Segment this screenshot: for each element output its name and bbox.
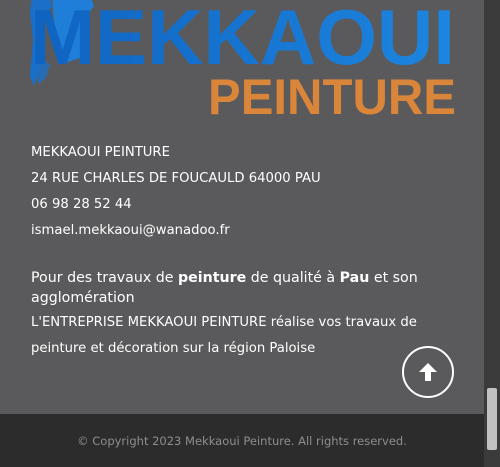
- intro-text-2: de qualité à: [246, 270, 340, 286]
- arrow-up-icon: [419, 363, 437, 381]
- contact-info: MEKKAOUI PEINTURE 24 RUE CHARLES DE FOUC…: [31, 142, 321, 246]
- scrollbar-thumb[interactable]: [487, 388, 497, 450]
- company-logo: MEKKAOUI PEINTURE: [30, 0, 456, 122]
- company-phone[interactable]: 06 98 28 52 44: [31, 194, 321, 220]
- intro-bold-pau: Pau: [339, 270, 370, 286]
- description-intro: Pour des travaux de peinture de qualité …: [31, 268, 451, 308]
- company-description: Pour des travaux de peinture de qualité …: [31, 268, 451, 362]
- company-name: MEKKAOUI PEINTURE: [31, 145, 170, 160]
- intro-bold-peinture: peinture: [178, 270, 247, 286]
- copyright-text: © Copyright 2023 Mekkaoui Peinture. All …: [77, 433, 407, 448]
- company-email[interactable]: ismael.mekkaoui@wanadoo.fr: [31, 220, 321, 246]
- description-body: L'ENTREPRISE MEKKAOUI PEINTURE réalise v…: [31, 315, 417, 356]
- intro-text-1: Pour des travaux de: [31, 270, 179, 286]
- page-scrollbar[interactable]: [484, 0, 500, 467]
- logo-line2: PEINTURE: [208, 69, 456, 122]
- company-address: 24 RUE CHARLES DE FOUCAULD 64000 PAU: [31, 171, 321, 186]
- back-to-top-button[interactable]: [402, 346, 454, 398]
- footer: © Copyright 2023 Mekkaoui Peinture. All …: [0, 414, 484, 467]
- page-content: MEKKAOUI PEINTURE MEKKAOUI PEINTURE 24 R…: [0, 0, 484, 467]
